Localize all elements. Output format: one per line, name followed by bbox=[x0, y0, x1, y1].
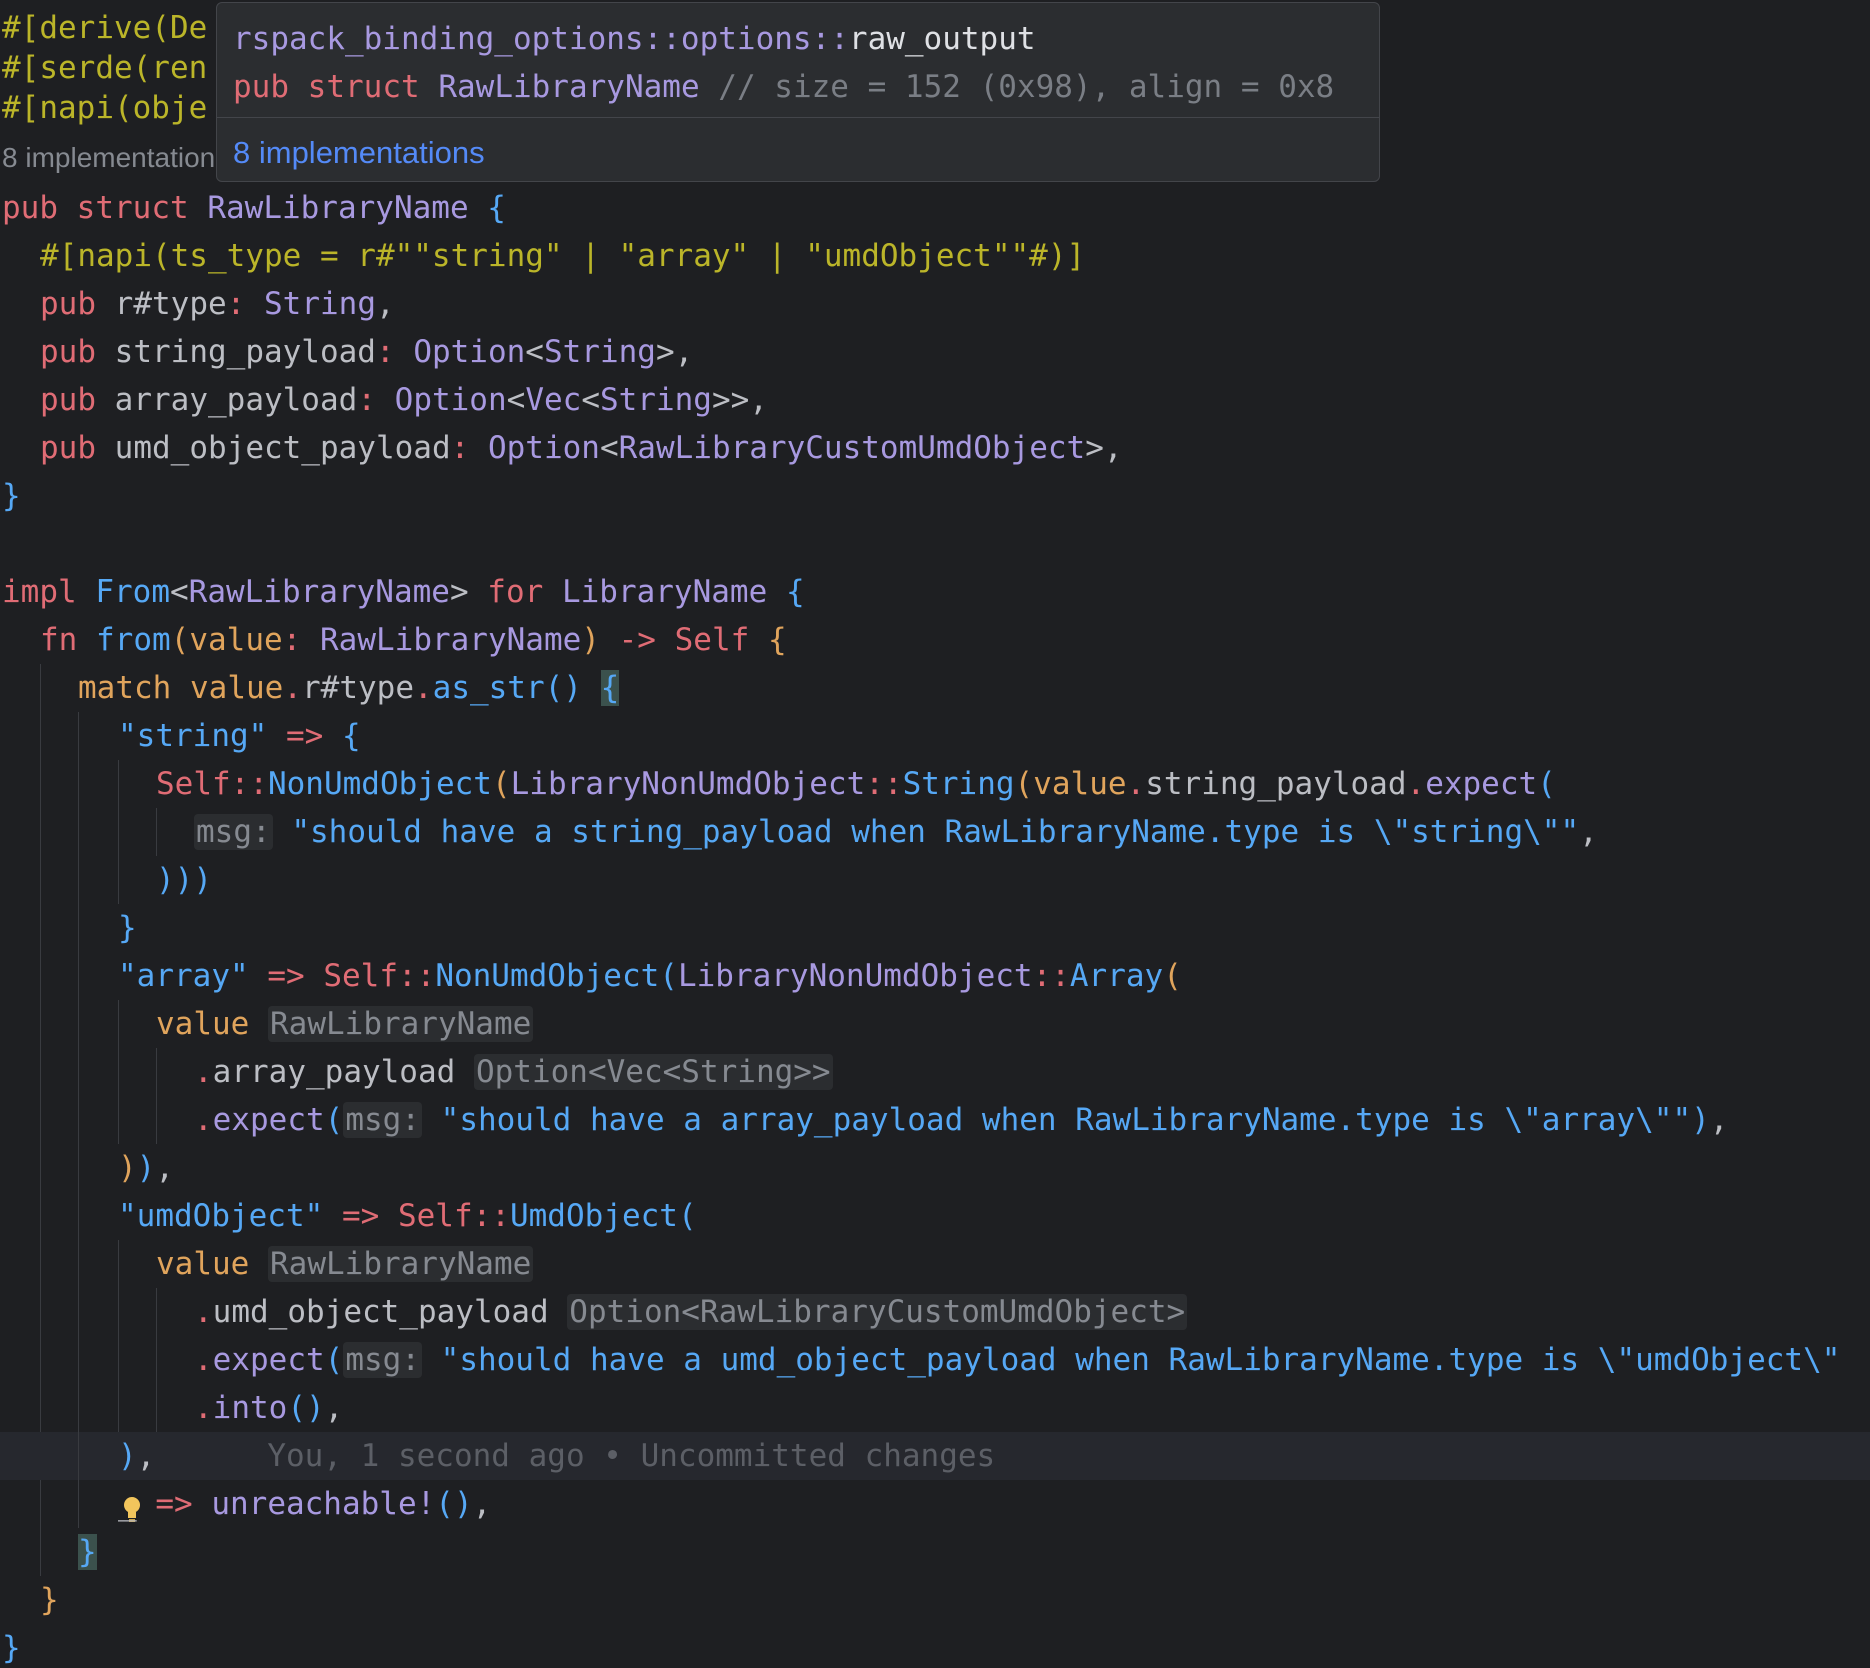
code-line: msg: "should have a string_payload when … bbox=[0, 808, 1870, 856]
code-line: _ => unreachable!(), bbox=[0, 1480, 1870, 1528]
code-editor[interactable]: #[derive(De #[serde(ren #[napi(obje 8 im… bbox=[0, 0, 1870, 1668]
code-line: fn from(value: RawLibraryName) -> Self { bbox=[40, 622, 787, 658]
quick-doc-popup[interactable]: rspack_binding_options::options::raw_out… bbox=[216, 2, 1380, 182]
attribute-ts-type: #[napi(ts_type = r#""string" | "array" |… bbox=[40, 238, 1086, 274]
type-hint: Option<RawLibraryCustomUmdObject> bbox=[567, 1294, 1188, 1330]
doc-signature: pub struct RawLibraryName // size = 152 … bbox=[233, 69, 1335, 105]
code-line: "string" => { bbox=[0, 712, 1870, 760]
param-hint-msg: msg: bbox=[343, 1342, 422, 1378]
doc-divider bbox=[217, 117, 1379, 118]
doc-module-path: rspack_binding_options::options::raw_out… bbox=[233, 21, 1036, 57]
code-line: pub r#type: String, bbox=[40, 286, 395, 322]
current-line[interactable]: ), You, 1 second ago • Uncommitted chang… bbox=[0, 1432, 1870, 1522]
code-line: .expect(msg: "should have a array_payloa… bbox=[0, 1096, 1870, 1144]
type-hint: RawLibraryName bbox=[268, 1246, 534, 1282]
attribute-napi: #[napi(obje bbox=[2, 90, 208, 126]
struct-name[interactable]: RawLibraryName bbox=[207, 190, 468, 226]
matching-brace: } bbox=[78, 1534, 97, 1570]
type-hint: Option<Vec<String>> bbox=[473, 1054, 833, 1090]
code-line: } bbox=[40, 1582, 59, 1618]
code-line: .expect(msg: "should have a umd_object_p… bbox=[0, 1336, 1870, 1384]
code-line: .umd_object_payload Option<RawLibraryCus… bbox=[0, 1288, 1870, 1336]
code-line: #[napi(ts_type = r#""string" | "array" |… bbox=[0, 232, 1870, 280]
param-hint-msg: msg: bbox=[343, 1102, 422, 1138]
code-line: } bbox=[2, 1630, 21, 1666]
attribute-derive: #[derive(De bbox=[2, 10, 208, 46]
lightbulb-icon[interactable] bbox=[8, 1442, 140, 1522]
doc-implementations-link[interactable]: 8 implementations bbox=[233, 129, 485, 177]
code-line: impl From<RawLibraryName> for LibraryNam… bbox=[2, 574, 805, 610]
code-line: )), bbox=[0, 1144, 1870, 1192]
code-line: pub array_payload: Option<Vec<String>>, bbox=[40, 382, 768, 418]
code-line: "array" => Self::NonUmdObject(LibraryNon… bbox=[0, 952, 1870, 1000]
code-line: .array_payload Option<Vec<String>> bbox=[0, 1048, 1870, 1096]
code-line: Self::NonUmdObject(LibraryNonUmdObject::… bbox=[0, 760, 1870, 808]
implementations-lens[interactable]: 8 implementations bbox=[2, 140, 229, 176]
matching-brace: { bbox=[600, 670, 620, 706]
code-line: pub struct RawLibraryName { bbox=[2, 190, 506, 226]
code-line: } bbox=[0, 904, 1870, 952]
param-hint-msg: msg: bbox=[194, 814, 273, 850]
code-line: value RawLibraryName bbox=[0, 1240, 1870, 1288]
code-line: match value.r#type.as_str() { bbox=[0, 664, 1870, 712]
code-line: ))) bbox=[0, 856, 1870, 904]
attribute-serde: #[serde(ren bbox=[2, 50, 208, 86]
type-hint: RawLibraryName bbox=[268, 1006, 534, 1042]
code-line: } bbox=[0, 1528, 1870, 1576]
code-line: .into(), bbox=[0, 1384, 1870, 1432]
code-line: "umdObject" => Self::UmdObject( bbox=[0, 1192, 1870, 1240]
code-line: value RawLibraryName bbox=[0, 1000, 1870, 1048]
code-line: pub umd_object_payload: Option<RawLibrar… bbox=[40, 430, 1123, 466]
code-line: pub string_payload: Option<String>, bbox=[40, 334, 694, 370]
git-blame-annotation: You, 1 second ago • Uncommitted changes bbox=[267, 1438, 996, 1474]
code-line: } bbox=[2, 478, 21, 514]
